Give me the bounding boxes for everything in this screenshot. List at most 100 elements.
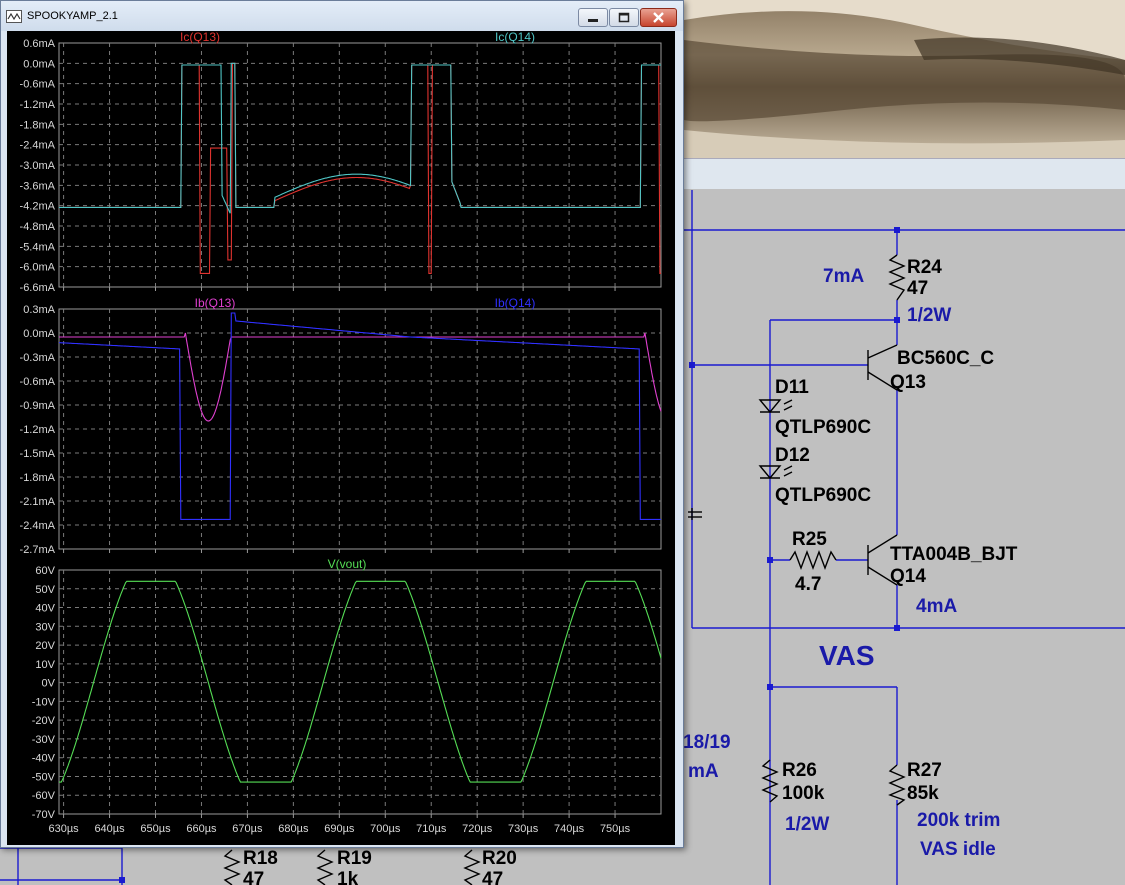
- x-tick-label: 630µs: [48, 823, 79, 835]
- y-tick-label: -70V: [32, 809, 56, 821]
- y-tick-label: -6.6mA: [20, 282, 56, 294]
- y-tick-label: 0.0mA: [23, 328, 55, 340]
- r18-name: R18: [243, 848, 278, 869]
- partial-current-label: 18/19: [683, 732, 731, 753]
- y-tick-label: -4.8mA: [20, 221, 56, 233]
- vas-label: VAS: [819, 640, 875, 671]
- y-tick-label: -2.1mA: [20, 496, 56, 508]
- y-tick-label: 0.6mA: [23, 38, 55, 50]
- x-tick-label: 640µs: [94, 823, 125, 835]
- r25-value: 4.7: [795, 574, 821, 595]
- y-tick-label: 20V: [35, 640, 55, 652]
- x-tick-label: 660µs: [186, 823, 217, 835]
- x-tick-label: 700µs: [370, 823, 401, 835]
- trace-label[interactable]: V(vout): [328, 557, 367, 571]
- y-tick-label: -2.4mA: [20, 140, 56, 152]
- r20-name: R20: [482, 848, 517, 869]
- plot-area[interactable]: 0.6mA 0.0mA -0.6mA -1.2mA -1.8mA -2.4mA -3.0mA…: [7, 31, 675, 845]
- y-tick-label: -1.2mA: [20, 99, 56, 111]
- x-tick-label: 730µs: [508, 823, 539, 835]
- plot-frame: [58, 569, 662, 815]
- d11-name: D11: [775, 377, 809, 398]
- d11-model: QTLP690C: [775, 417, 871, 438]
- series-line-ibq14: [58, 312, 661, 520]
- y-tick-label: -20V: [32, 715, 56, 727]
- y-tick-label: -30V: [32, 734, 56, 746]
- y-tick-label: -2.7mA: [20, 544, 56, 556]
- y-tick-label: 10V: [35, 659, 55, 671]
- minimize-icon: [588, 19, 598, 22]
- x-tick-label: 650µs: [140, 823, 171, 835]
- pane-vout[interactable]: 60V 50V 40V 30V 20V 10V 0V -10V -20V -30V -40V -50V…: [32, 557, 662, 835]
- q14-current-label: 4mA: [916, 596, 957, 617]
- x-tick-label: 720µs: [462, 823, 493, 835]
- close-button[interactable]: [640, 8, 677, 27]
- d12-name: D12: [775, 445, 810, 466]
- r27-name: R27: [907, 760, 942, 781]
- r18-value: 47: [243, 869, 264, 885]
- y-tick-label: -1.8mA: [20, 472, 56, 484]
- y-tick-label: -5.4mA: [20, 241, 56, 253]
- y-tick-label: -3.6mA: [20, 180, 56, 192]
- series-line-vvout: [59, 580, 662, 783]
- x-tick-label: 740µs: [554, 823, 585, 835]
- d12-model: QTLP690C: [775, 485, 871, 506]
- y-tick-label: -1.5mA: [20, 448, 56, 460]
- y-tick-label: -0.3mA: [20, 352, 56, 364]
- y-tick-label: -0.6mA: [20, 79, 56, 91]
- r24-current-label: 7mA: [823, 266, 864, 287]
- x-tick-label: 710µs: [416, 823, 447, 835]
- q13-model: BC560C_C: [897, 348, 994, 369]
- y-tick-label: -60V: [32, 790, 56, 802]
- q14-model: TTA004B_BJT: [890, 544, 1018, 565]
- r25-name: R25: [792, 529, 827, 550]
- r26-power-note: 1/2W: [785, 814, 829, 835]
- r24-name: R24: [907, 257, 942, 278]
- close-icon: [653, 12, 664, 23]
- y-tick-label: -1.2mA: [20, 424, 56, 436]
- y-tick-label: -10V: [32, 696, 56, 708]
- trace-label[interactable]: Ic(Q13): [180, 31, 220, 44]
- y-tick-label: -0.9mA: [20, 400, 56, 412]
- x-tick-label: 690µs: [324, 823, 355, 835]
- y-tick-label: 60V: [35, 565, 55, 577]
- series-line-icq14: [59, 62, 661, 214]
- partial-unit-label: mA: [688, 761, 719, 782]
- y-tick-label: 30V: [35, 621, 55, 633]
- r27-value: 85k: [907, 783, 939, 804]
- pane-ib[interactable]: 0.3mA 0.0mA -0.3mA -0.6mA -0.9mA -1.2mA -1.5mA…: [20, 296, 662, 556]
- y-tick-label: 0.0mA: [23, 58, 55, 70]
- trace-label[interactable]: Ib(Q14): [495, 296, 536, 310]
- y-tick-label: 50V: [35, 584, 55, 596]
- r27-trim-note: 200k trim: [917, 810, 1000, 831]
- waveform-icon: [6, 10, 22, 23]
- minimize-button[interactable]: [578, 8, 608, 27]
- q14-name: Q14: [890, 566, 926, 587]
- trace-label[interactable]: Ib(Q13): [195, 296, 236, 310]
- series-line-icq13: [59, 62, 661, 274]
- maximize-button[interactable]: [609, 8, 639, 27]
- r20-value: 47: [482, 869, 503, 885]
- schematic-diodes: [758, 399, 793, 480]
- waveform-window[interactable]: SPOOKYAMP_2.1 0.6mA 0.0mA -0.6mA -1.2mA -1.8…: [0, 0, 684, 848]
- y-tick-label: -0.6mA: [20, 376, 56, 388]
- y-tick-label: -2.4mA: [20, 520, 56, 532]
- y-tick-label: -40V: [32, 753, 56, 765]
- r27-idle-note: VAS idle: [920, 839, 996, 860]
- r19-value: 1k: [337, 869, 359, 885]
- y-tick-label: -4.2mA: [20, 201, 56, 213]
- y-tick-label: -1.8mA: [20, 119, 56, 131]
- r24-power-note: 1/2W: [907, 305, 951, 326]
- window-title: SPOOKYAMP_2.1: [27, 10, 118, 22]
- y-tick-label: 0V: [42, 678, 56, 690]
- plot-panes: 0.6mA 0.0mA -0.6mA -1.2mA -1.8mA -2.4mA -3.0mA…: [20, 31, 662, 835]
- x-tick-label: 750µs: [600, 823, 631, 835]
- maximize-icon: [618, 12, 630, 23]
- y-tick-label: 0.3mA: [23, 304, 55, 316]
- y-tick-label: -3.0mA: [20, 160, 56, 172]
- series-line-ibq13: [59, 332, 662, 422]
- r26-name: R26: [782, 760, 817, 781]
- pane-ic[interactable]: 0.6mA 0.0mA -0.6mA -1.2mA -1.8mA -2.4mA -3.0mA…: [20, 31, 662, 294]
- window-titlebar[interactable]: SPOOKYAMP_2.1: [1, 1, 683, 31]
- trace-label[interactable]: Ic(Q14): [495, 31, 535, 44]
